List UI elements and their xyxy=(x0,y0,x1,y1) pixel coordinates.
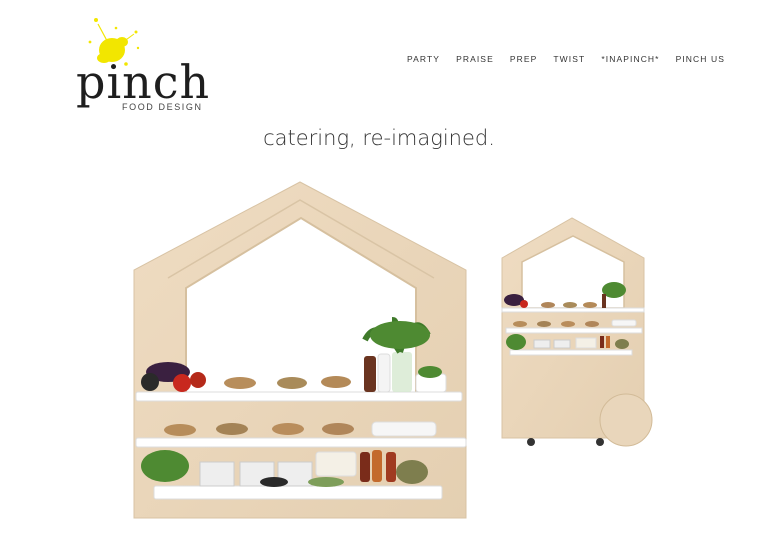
main-nav: PARTY PRAISE PREP TWIST *INAPINCH* PINCH… xyxy=(407,54,725,64)
large-cart xyxy=(133,181,467,519)
small-cart xyxy=(501,217,653,447)
nav-item-prep[interactable]: PREP xyxy=(510,54,538,64)
logo-subtitle: FOOD DESIGN xyxy=(122,102,203,112)
nav-item-inapinch[interactable]: *INAPINCH* xyxy=(601,54,659,64)
logo-wordmark: pinch xyxy=(76,55,211,109)
nav-item-party[interactable]: PARTY xyxy=(407,54,440,64)
catering-carts-illustration xyxy=(133,181,653,519)
site-logo[interactable]: pinch FOOD DESIGN xyxy=(76,14,209,114)
nav-item-pinch-us[interactable]: PINCH US xyxy=(676,54,725,64)
hero-image xyxy=(0,170,758,539)
tagline: catering, re-imagined. xyxy=(263,126,495,150)
nav-item-praise[interactable]: PRAISE xyxy=(456,54,494,64)
nav-item-twist[interactable]: TWIST xyxy=(553,54,585,64)
